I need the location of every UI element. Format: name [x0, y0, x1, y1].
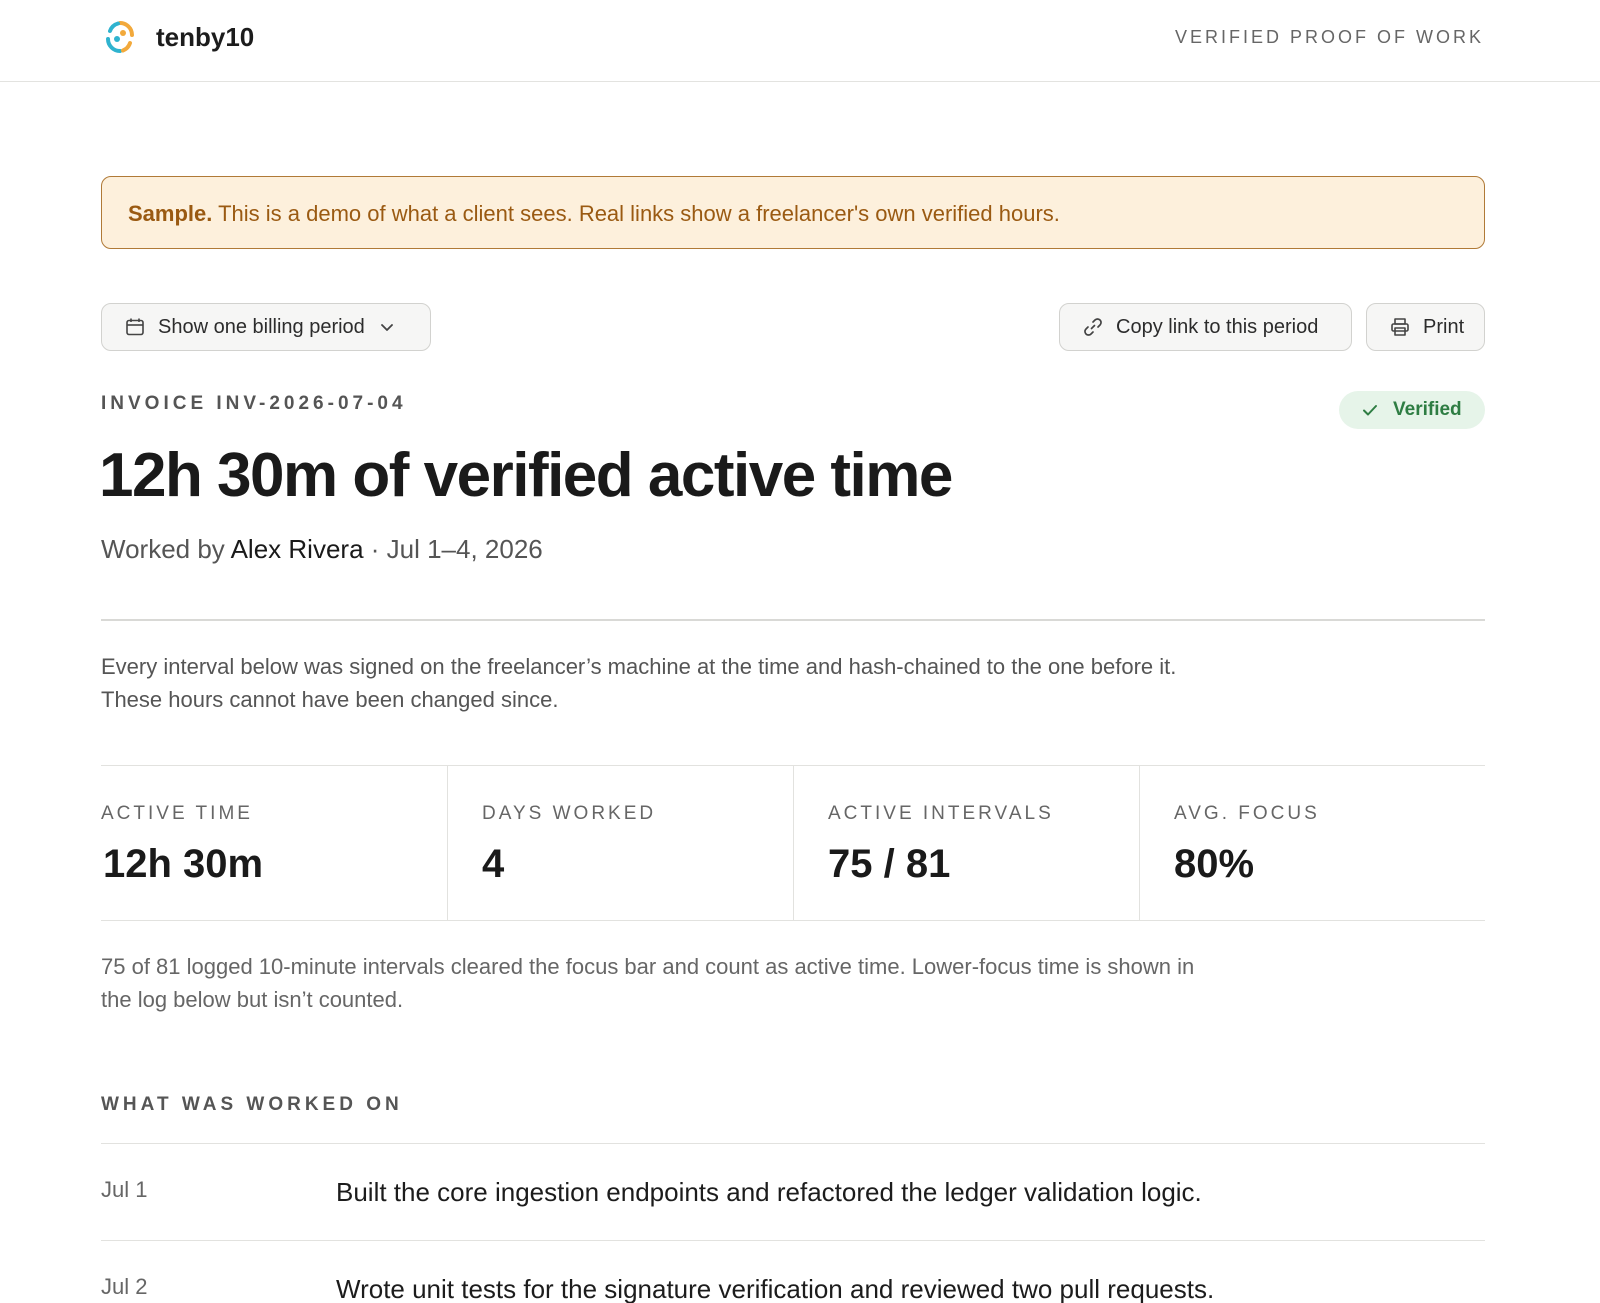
- stat-active-time: ACTIVE TIME 12h 30m: [101, 766, 447, 920]
- printer-icon: [1389, 316, 1411, 338]
- stat-active-intervals: ACTIVE INTERVALS 75 / 81: [793, 766, 1139, 920]
- stat-value: 75 / 81: [828, 842, 951, 886]
- billing-period-label: Show one billing period: [158, 315, 365, 338]
- log-description: Wrote unit tests for the signature verif…: [336, 1274, 1215, 1303]
- tenby10-logo-icon[interactable]: [104, 19, 136, 55]
- page-tagline: VERIFIED PROOF OF WORK: [1174, 27, 1484, 47]
- section-heading: WHAT WAS WORKED ON: [101, 1094, 403, 1115]
- intervals-note: 75 of 81 logged 10-minute intervals clea…: [101, 954, 1195, 1012]
- stat-value: 80%: [1174, 842, 1255, 886]
- stat-label: ACTIVE INTERVALS: [828, 803, 1054, 824]
- invoice-number: INVOICE INV-2026-07-04: [101, 393, 407, 414]
- work-period: · Jul 1–4, 2026: [363, 534, 543, 564]
- sample-banner: Sample. This is a demo of what a client …: [101, 176, 1485, 249]
- chevron-down-icon: [379, 318, 397, 336]
- calendar-icon: [124, 316, 146, 338]
- print-label: Print: [1423, 315, 1465, 338]
- log-row: Jul 1 Built the core ingestion endpoints…: [101, 1143, 1485, 1240]
- check-icon: [1361, 400, 1381, 420]
- banner-text: Sample. This is a demo of what a client …: [128, 201, 1060, 227]
- brand-name[interactable]: tenby10: [156, 22, 254, 53]
- stat-avg-focus: AVG. FOCUS 80%: [1139, 766, 1485, 920]
- copy-link-label: Copy link to this period: [1116, 315, 1319, 338]
- banner-bold: Sample.: [128, 201, 213, 226]
- page-title: 12h 30m of verified active time: [99, 441, 953, 510]
- stat-value: 12h 30m: [103, 842, 264, 886]
- billing-period-dropdown[interactable]: Show one billing period: [101, 303, 431, 351]
- worker-name: Alex Rivera: [230, 534, 364, 564]
- work-log: Jul 1 Built the core ingestion endpoints…: [101, 1143, 1485, 1303]
- stat-days-worked: DAYS WORKED 4: [447, 766, 793, 920]
- divider: [101, 619, 1485, 621]
- worked-by-line: Worked by Alex Rivera · Jul 1–4, 2026: [101, 534, 543, 565]
- stat-label: DAYS WORKED: [482, 803, 657, 824]
- verified-badge: Verified: [1339, 391, 1485, 429]
- stat-value: 4: [482, 842, 505, 886]
- stat-label: ACTIVE TIME: [101, 803, 253, 824]
- stat-label: AVG. FOCUS: [1174, 803, 1320, 824]
- banner-message: This is a demo of what a client sees. Re…: [212, 201, 1060, 226]
- log-description: Built the core ingestion endpoints and r…: [336, 1177, 1202, 1207]
- log-date: Jul 2: [101, 1274, 148, 1299]
- worked-by-prefix: Worked by: [101, 534, 231, 564]
- print-button[interactable]: Print: [1366, 303, 1485, 351]
- log-date: Jul 1: [101, 1177, 148, 1202]
- copy-link-button[interactable]: Copy link to this period: [1059, 303, 1352, 351]
- link-icon: [1082, 316, 1104, 338]
- verified-label: Verified: [1393, 399, 1462, 420]
- stats-row: ACTIVE TIME 12h 30m DAYS WORKED 4 ACTIVE…: [101, 765, 1485, 921]
- top-bar: tenby10 VERIFIED PROOF OF WORK: [0, 0, 1600, 82]
- verification-explanation: Every interval below was signed on the f…: [101, 654, 1177, 712]
- log-row: Jul 2 Wrote unit tests for the signature…: [101, 1240, 1485, 1303]
